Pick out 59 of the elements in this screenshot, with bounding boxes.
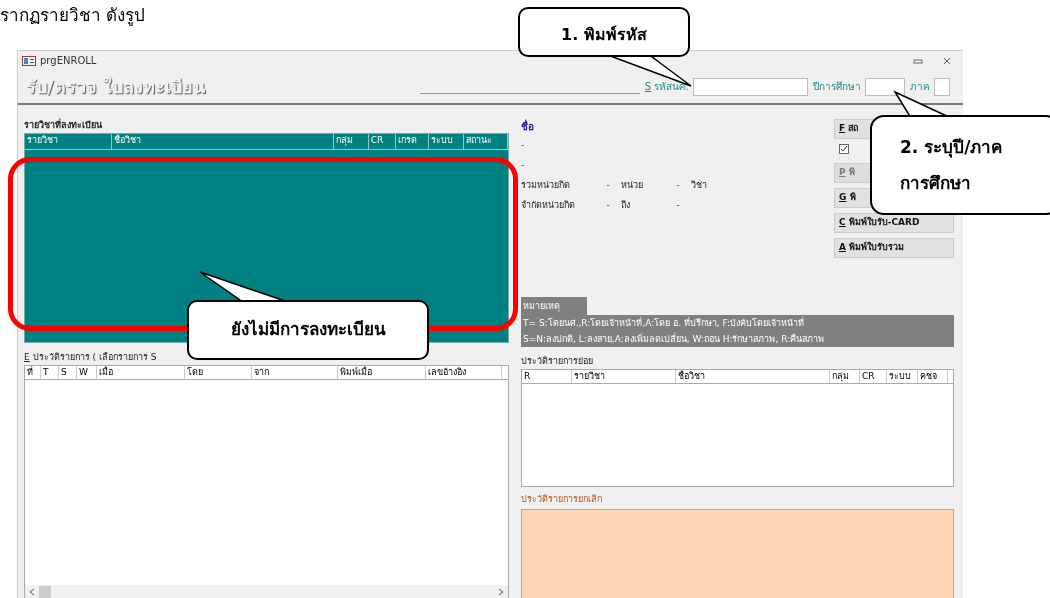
column-header: ระบบ	[887, 370, 918, 383]
input-field[interactable]	[933, 77, 950, 96]
column-header: สถานะ	[464, 134, 508, 149]
section-label: ประวัติรายการยกเลิก	[521, 493, 603, 506]
column-header: ชื่อวิชา	[676, 370, 830, 383]
action-button[interactable]: A พิมพ์ใบรับรวม	[834, 238, 954, 258]
checkbox[interactable]	[839, 144, 849, 154]
name-value: -	[521, 159, 525, 172]
credit-text: -	[605, 199, 611, 212]
input-field[interactable]	[692, 77, 808, 96]
column-header: เมื่อ	[97, 366, 185, 379]
window-title: prgENROLL	[40, 54, 97, 68]
column-header: กลุ่ม	[830, 370, 860, 383]
column-header: S	[59, 366, 77, 379]
column-header: จาก	[252, 366, 338, 379]
note-text: T= S:โดยนศ.,R:โดยเจ้าหน้าที่,A:โดย อ. ที่ปรึกษา, F:บังคับโดยเจ้าหน้าที่	[523, 316, 806, 330]
field-label: ปีการศึกษา	[812, 80, 861, 94]
credit-text: จำกัดหน่วยกิต	[521, 199, 576, 212]
column-header: ระบบ	[429, 134, 465, 149]
column-header: ชื่อวิชา	[112, 134, 334, 149]
column-header: รายวิชา	[25, 134, 113, 149]
column-header: CR	[860, 370, 887, 383]
credit-text: หน่วย	[621, 179, 644, 192]
note-text: S=N:ลงปกติ, L:ลงสาย,A:ลงเพิ่มลดเปลี่ยน, W:ถอน H:รักษาสภาพ, R:คืนสภาพ	[523, 332, 826, 346]
credit-text: -	[605, 179, 611, 192]
section-label: E ประวัติรายการ ( เลือกรายการ S	[24, 351, 158, 364]
column-header: CR	[368, 134, 397, 149]
form-icon	[22, 55, 36, 66]
scrollbar[interactable]	[25, 585, 508, 598]
column-header: W	[77, 366, 97, 379]
form-title: รับ/ตรวจ ใบลงทะเบียน	[26, 74, 205, 99]
column-header: T	[41, 366, 59, 379]
column-header: เกรด	[396, 134, 430, 149]
close-icon[interactable]	[943, 56, 951, 65]
section-label: รายวิชาที่ลงทะเบียน	[24, 119, 103, 132]
field-label: ภาค	[909, 80, 930, 94]
name-label: ชื่อ	[521, 119, 535, 134]
column-header: รายวิชา	[572, 370, 676, 383]
credit-text: ถึง	[621, 199, 631, 212]
caption: รากฏรายวิชา ดังรูป	[0, 4, 146, 26]
column-header: โดย	[185, 366, 252, 379]
credit-text: วิชา	[691, 179, 708, 192]
scroll-thumb[interactable]	[39, 586, 51, 598]
action-button[interactable]: C พิมพ์ใบรับ-CARD	[834, 213, 954, 233]
credit-text: รวมหน่วยกิต	[521, 179, 571, 192]
column-header: R	[522, 370, 572, 383]
name-value: -	[521, 139, 525, 152]
column-header: เลขอ้างอิง	[426, 366, 502, 379]
column-header: ที่	[25, 366, 41, 379]
section-label: ประวัติรายการย่อย	[521, 355, 594, 368]
credit-text: -	[675, 179, 681, 192]
minimize-icon[interactable]	[913, 57, 923, 64]
credit-text: -	[675, 199, 681, 212]
column-header: กลุ่ม	[333, 134, 369, 149]
input-field[interactable]	[864, 77, 905, 96]
note-tab[interactable]: หมายเหตุ	[521, 297, 587, 315]
column-header: พิมพ์เมื่อ	[338, 366, 426, 379]
field-label: S รหัสนศ.	[644, 80, 689, 94]
column-header: คชจ	[918, 370, 948, 383]
